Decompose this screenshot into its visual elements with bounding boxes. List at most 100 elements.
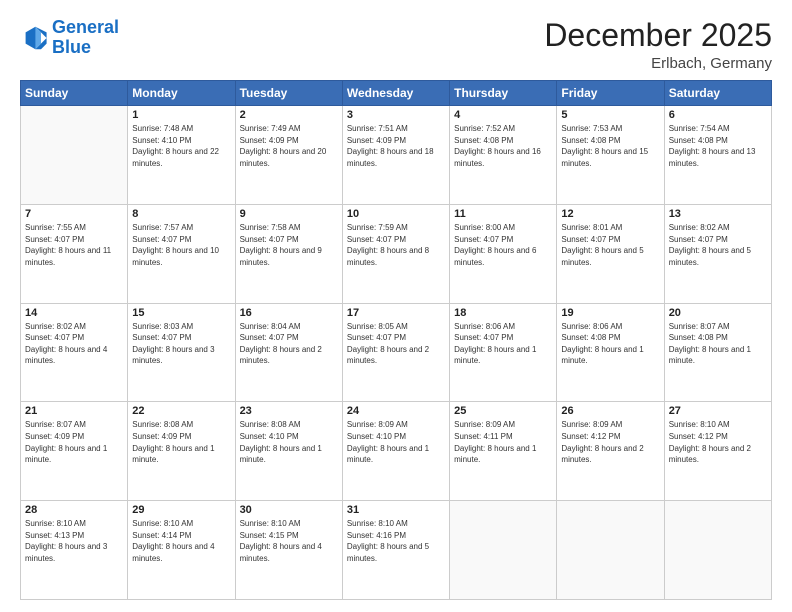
day-number: 31 [347,504,445,516]
calendar-cell: 7 Sunrise: 7:55 AMSunset: 4:07 PMDaylight… [21,204,128,303]
calendar-cell: 30 Sunrise: 8:10 AMSunset: 4:15 PMDayligh… [235,501,342,600]
day-number: 12 [561,208,659,220]
weekday-header-tuesday: Tuesday [235,81,342,106]
week-row-3: 14Sunrise: 8:02 AMSunset: 4:07 PMDayligh… [21,303,772,402]
calendar-cell: 31 Sunrise: 8:10 AMSunset: 4:16 PMDayligh… [342,501,449,600]
day-number: 6 [669,109,767,121]
day-number: 23 [240,405,338,417]
month-title: December 2025 [544,18,772,53]
day-number: 9 [240,208,338,220]
weekday-header-wednesday: Wednesday [342,81,449,106]
calendar-cell [450,501,557,600]
day-info: Sunrise: 7:52 AMSunset: 4:08 PMDaylight:… [454,123,552,169]
calendar-cell: 1 Sunrise: 7:48 AMSunset: 4:10 PMDaylight… [128,106,235,205]
calendar-cell: 27Sunrise: 8:10 AMSunset: 4:12 PMDayligh… [664,402,771,501]
day-info: Sunrise: 7:57 AMSunset: 4:07 PMDaylight:… [132,222,230,268]
day-info: Sunrise: 8:08 AMSunset: 4:09 PMDaylight:… [132,419,230,465]
day-info: Sunrise: 7:53 AMSunset: 4:08 PMDaylight:… [561,123,659,169]
day-number: 7 [25,208,123,220]
week-row-4: 21Sunrise: 8:07 AMSunset: 4:09 PMDayligh… [21,402,772,501]
calendar-cell [557,501,664,600]
day-number: 4 [454,109,552,121]
calendar-cell: 24 Sunrise: 8:09 AMSunset: 4:10 PMDayligh… [342,402,449,501]
weekday-header-friday: Friday [557,81,664,106]
day-number: 5 [561,109,659,121]
day-info: Sunrise: 8:07 AMSunset: 4:08 PMDaylight:… [669,321,767,367]
logo-icon [20,24,48,52]
day-number: 10 [347,208,445,220]
calendar-cell: 26 Sunrise: 8:09 AMSunset: 4:12 PMDayligh… [557,402,664,501]
day-number: 18 [454,307,552,319]
calendar-cell: 21Sunrise: 8:07 AMSunset: 4:09 PMDayligh… [21,402,128,501]
day-info: Sunrise: 7:59 AMSunset: 4:07 PMDaylight:… [347,222,445,268]
day-number: 2 [240,109,338,121]
day-number: 15 [132,307,230,319]
calendar-cell [21,106,128,205]
calendar-cell: 29Sunrise: 8:10 AMSunset: 4:14 PMDayligh… [128,501,235,600]
day-info: Sunrise: 8:01 AMSunset: 4:07 PMDaylight:… [561,222,659,268]
week-row-1: 1 Sunrise: 7:48 AMSunset: 4:10 PMDaylight… [21,106,772,205]
calendar-cell: 25 Sunrise: 8:09 AMSunset: 4:11 PMDayligh… [450,402,557,501]
calendar-cell: 2 Sunrise: 7:49 AMSunset: 4:09 PMDaylight… [235,106,342,205]
calendar-cell: 9 Sunrise: 7:58 AMSunset: 4:07 PMDaylight… [235,204,342,303]
calendar-cell: 6 Sunrise: 7:54 AMSunset: 4:08 PMDaylight… [664,106,771,205]
calendar-cell: 8 Sunrise: 7:57 AMSunset: 4:07 PMDaylight… [128,204,235,303]
day-number: 30 [240,504,338,516]
calendar-cell: 10 Sunrise: 7:59 AMSunset: 4:07 PMDayligh… [342,204,449,303]
day-info: Sunrise: 8:00 AMSunset: 4:07 PMDaylight:… [454,222,552,268]
day-info: Sunrise: 7:49 AMSunset: 4:09 PMDaylight:… [240,123,338,169]
weekday-header-saturday: Saturday [664,81,771,106]
day-number: 22 [132,405,230,417]
weekday-header-monday: Monday [128,81,235,106]
calendar-cell: 13 Sunrise: 8:02 AMSunset: 4:07 PMDayligh… [664,204,771,303]
calendar-table: SundayMondayTuesdayWednesdayThursdayFrid… [20,80,772,600]
day-info: Sunrise: 8:06 AMSunset: 4:07 PMDaylight:… [454,321,552,367]
day-number: 19 [561,307,659,319]
day-info: Sunrise: 7:58 AMSunset: 4:07 PMDaylight:… [240,222,338,268]
calendar-cell: 15 Sunrise: 8:03 AMSunset: 4:07 PMDayligh… [128,303,235,402]
header: General Blue December 2025 Erlbach, Germ… [20,18,772,72]
day-info: Sunrise: 8:10 AMSunset: 4:16 PMDaylight:… [347,518,445,564]
logo: General Blue [20,18,119,58]
day-number: 8 [132,208,230,220]
calendar-cell [664,501,771,600]
day-number: 25 [454,405,552,417]
day-info: Sunrise: 8:10 AMSunset: 4:15 PMDaylight:… [240,518,338,564]
day-info: Sunrise: 8:10 AMSunset: 4:12 PMDaylight:… [669,419,767,465]
title-block: December 2025 Erlbach, Germany [544,18,772,72]
calendar-cell: 23 Sunrise: 8:08 AMSunset: 4:10 PMDayligh… [235,402,342,501]
day-number: 28 [25,504,123,516]
calendar-cell: 12 Sunrise: 8:01 AMSunset: 4:07 PMDayligh… [557,204,664,303]
calendar-cell: 17Sunrise: 8:05 AMSunset: 4:07 PMDayligh… [342,303,449,402]
day-info: Sunrise: 7:48 AMSunset: 4:10 PMDaylight:… [132,123,230,169]
day-info: Sunrise: 7:51 AMSunset: 4:09 PMDaylight:… [347,123,445,169]
day-info: Sunrise: 8:02 AMSunset: 4:07 PMDaylight:… [669,222,767,268]
day-number: 24 [347,405,445,417]
calendar-cell: 3 Sunrise: 7:51 AMSunset: 4:09 PMDaylight… [342,106,449,205]
weekday-header-row: SundayMondayTuesdayWednesdayThursdayFrid… [21,81,772,106]
location: Erlbach, Germany [544,55,772,72]
day-info: Sunrise: 8:10 AMSunset: 4:13 PMDaylight:… [25,518,123,564]
day-info: Sunrise: 8:09 AMSunset: 4:12 PMDaylight:… [561,419,659,465]
day-info: Sunrise: 8:08 AMSunset: 4:10 PMDaylight:… [240,419,338,465]
day-number: 26 [561,405,659,417]
day-number: 1 [132,109,230,121]
day-number: 13 [669,208,767,220]
day-number: 29 [132,504,230,516]
weekday-header-thursday: Thursday [450,81,557,106]
day-info: Sunrise: 8:07 AMSunset: 4:09 PMDaylight:… [25,419,123,465]
day-info: Sunrise: 8:09 AMSunset: 4:11 PMDaylight:… [454,419,552,465]
calendar-cell: 19Sunrise: 8:06 AMSunset: 4:08 PMDayligh… [557,303,664,402]
week-row-2: 7 Sunrise: 7:55 AMSunset: 4:07 PMDaylight… [21,204,772,303]
day-info: Sunrise: 8:09 AMSunset: 4:10 PMDaylight:… [347,419,445,465]
day-info: Sunrise: 8:03 AMSunset: 4:07 PMDaylight:… [132,321,230,367]
calendar-cell: 18 Sunrise: 8:06 AMSunset: 4:07 PMDayligh… [450,303,557,402]
day-info: Sunrise: 7:55 AMSunset: 4:07 PMDaylight:… [25,222,123,268]
day-number: 16 [240,307,338,319]
calendar-cell: 14Sunrise: 8:02 AMSunset: 4:07 PMDayligh… [21,303,128,402]
day-number: 3 [347,109,445,121]
day-info: Sunrise: 7:54 AMSunset: 4:08 PMDaylight:… [669,123,767,169]
day-number: 17 [347,307,445,319]
day-info: Sunrise: 8:02 AMSunset: 4:07 PMDaylight:… [25,321,123,367]
weekday-header-sunday: Sunday [21,81,128,106]
